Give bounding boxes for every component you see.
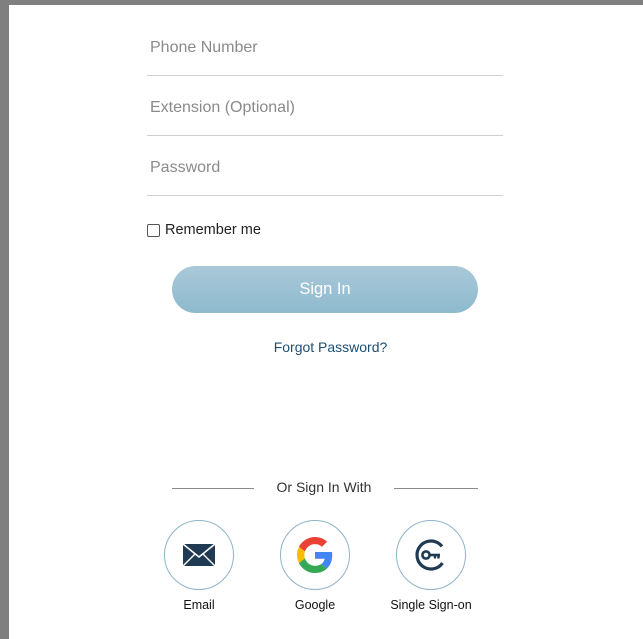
email-signin-button[interactable]	[164, 520, 234, 590]
remember-me-checkbox[interactable]	[147, 223, 160, 237]
email-signin-label: Email	[183, 598, 215, 612]
divider-text: Or Sign In With	[276, 479, 372, 495]
remember-me-label[interactable]: Remember me	[165, 222, 261, 238]
remember-me-row[interactable]: Remember me	[147, 221, 261, 239]
forgot-password-link[interactable]: Forgot Password?	[9, 339, 643, 355]
sso-signin-button[interactable]	[396, 520, 466, 590]
google-signin-option[interactable]: Google	[260, 520, 370, 612]
password-input[interactable]	[150, 159, 490, 177]
key-icon	[415, 539, 447, 571]
google-signin-button[interactable]	[280, 520, 350, 590]
google-signin-label: Google	[294, 598, 336, 612]
email-signin-option[interactable]: Email	[144, 520, 254, 612]
phone-input[interactable]	[150, 39, 490, 57]
password-field	[147, 135, 503, 196]
extension-input[interactable]	[150, 99, 490, 117]
login-panel: Remember me Sign In Forgot Password? Or …	[0, 0, 643, 639]
sign-in-button[interactable]: Sign In	[172, 266, 478, 313]
divider-line-left	[172, 488, 254, 489]
envelope-icon	[182, 543, 216, 567]
phone-field	[147, 15, 503, 76]
sso-signin-label: Single Sign-on	[390, 598, 472, 612]
sso-signin-option[interactable]: Single Sign-on	[376, 520, 486, 612]
divider-line-right	[394, 488, 478, 489]
google-icon	[297, 537, 333, 573]
extension-field	[147, 75, 503, 136]
